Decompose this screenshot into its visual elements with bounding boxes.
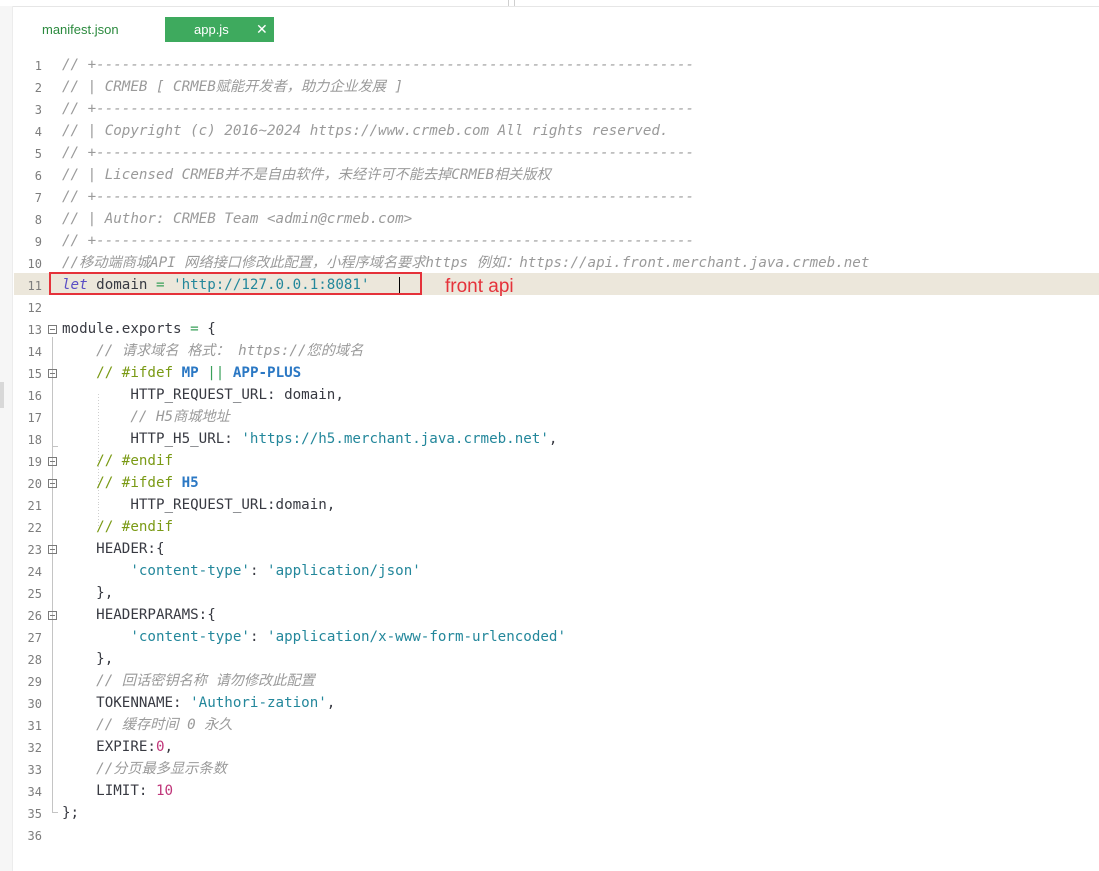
code-line: //分页最多显示条数 — [62, 761, 227, 777]
scroll-marker — [0, 382, 4, 408]
code-line: HTTP_REQUEST_URL: domain, — [62, 387, 344, 403]
tab-label: app.js — [194, 22, 229, 37]
code-line: // 请求域名 格式： https://您的域名 — [62, 343, 364, 359]
code-line: // #ifdef H5 — [96, 475, 199, 491]
code-line: // 回话密钥名称 请勿修改此配置 — [62, 673, 315, 689]
window-top-strip — [0, 0, 1099, 7]
code-line: // +------------------------------------… — [62, 57, 695, 73]
annotation-label: front api — [445, 276, 514, 297]
code-line: TOKENNAME: 'Authori-zation', — [62, 695, 336, 711]
code-line: // #endif — [96, 453, 174, 469]
code-line: HTTP_H5_URL: 'https://h5.merchant.java.c… — [62, 431, 558, 447]
code-line: // +------------------------------------… — [62, 189, 695, 205]
tab-manifest-json[interactable]: manifest.json — [42, 17, 119, 42]
code-line: // | CRMEB [ CRMEB赋能开发者，助力企业发展 ] — [62, 79, 404, 95]
panel-divider[interactable] — [508, 0, 509, 6]
code-line: // | Copyright (c) 2016~2024 https://www… — [62, 123, 669, 139]
code-line: // H5商城地址 — [62, 409, 230, 425]
close-icon[interactable]: ✕ — [256, 17, 268, 42]
code-editor[interactable]: 1 2 3 4 5 6 7 8 9 10 11 12 13 14 15 16 17 18 19 20 21 22 23 24 2… — [14, 54, 1099, 871]
code-line: HEADERPARAMS:{ — [62, 607, 216, 623]
code-line: }, — [62, 651, 114, 667]
code-line: // #ifdef MP || APP-PLUS — [96, 365, 302, 381]
code-line: // 缓存时间 0 永久 — [62, 717, 233, 733]
code-line: // +------------------------------------… — [62, 233, 695, 249]
code-line: // +------------------------------------… — [62, 101, 695, 117]
code-line: HTTP_REQUEST_URL:domain, — [62, 497, 336, 513]
code-line: 'content-type': 'application/json' — [130, 563, 421, 579]
code-line: //移动端商城API 网络接口修改此配置，小程序域名要求https 例如：htt… — [62, 255, 870, 271]
code-line: HEADER:{ — [62, 541, 165, 557]
code-line: }; — [62, 805, 80, 821]
code-line: // #endif — [96, 519, 174, 535]
code-line: // +------------------------------------… — [62, 145, 695, 161]
tab-app-js[interactable]: app.js ✕ — [165, 17, 274, 42]
code-line: // | Author: CRMEB Team <admin@crmeb.com… — [62, 211, 413, 227]
tab-label: manifest.json — [42, 22, 119, 37]
code-line: }, — [62, 585, 114, 601]
highlight-box — [49, 272, 422, 295]
panel-divider[interactable] — [514, 0, 515, 6]
code-line: 'content-type': 'application/x-www-form-… — [130, 629, 566, 645]
code-line: module.exports = { — [62, 321, 216, 337]
code-line: EXPIRE:0, — [62, 739, 174, 755]
tab-bar: manifest.json app.js ✕ — [14, 17, 1099, 43]
code-line: LIMIT: 10 — [62, 783, 174, 799]
left-gutter-edge — [0, 6, 13, 871]
code-line: // | Licensed CRMEB并不是自由软件，未经许可不能去掉CRMEB… — [62, 167, 551, 183]
